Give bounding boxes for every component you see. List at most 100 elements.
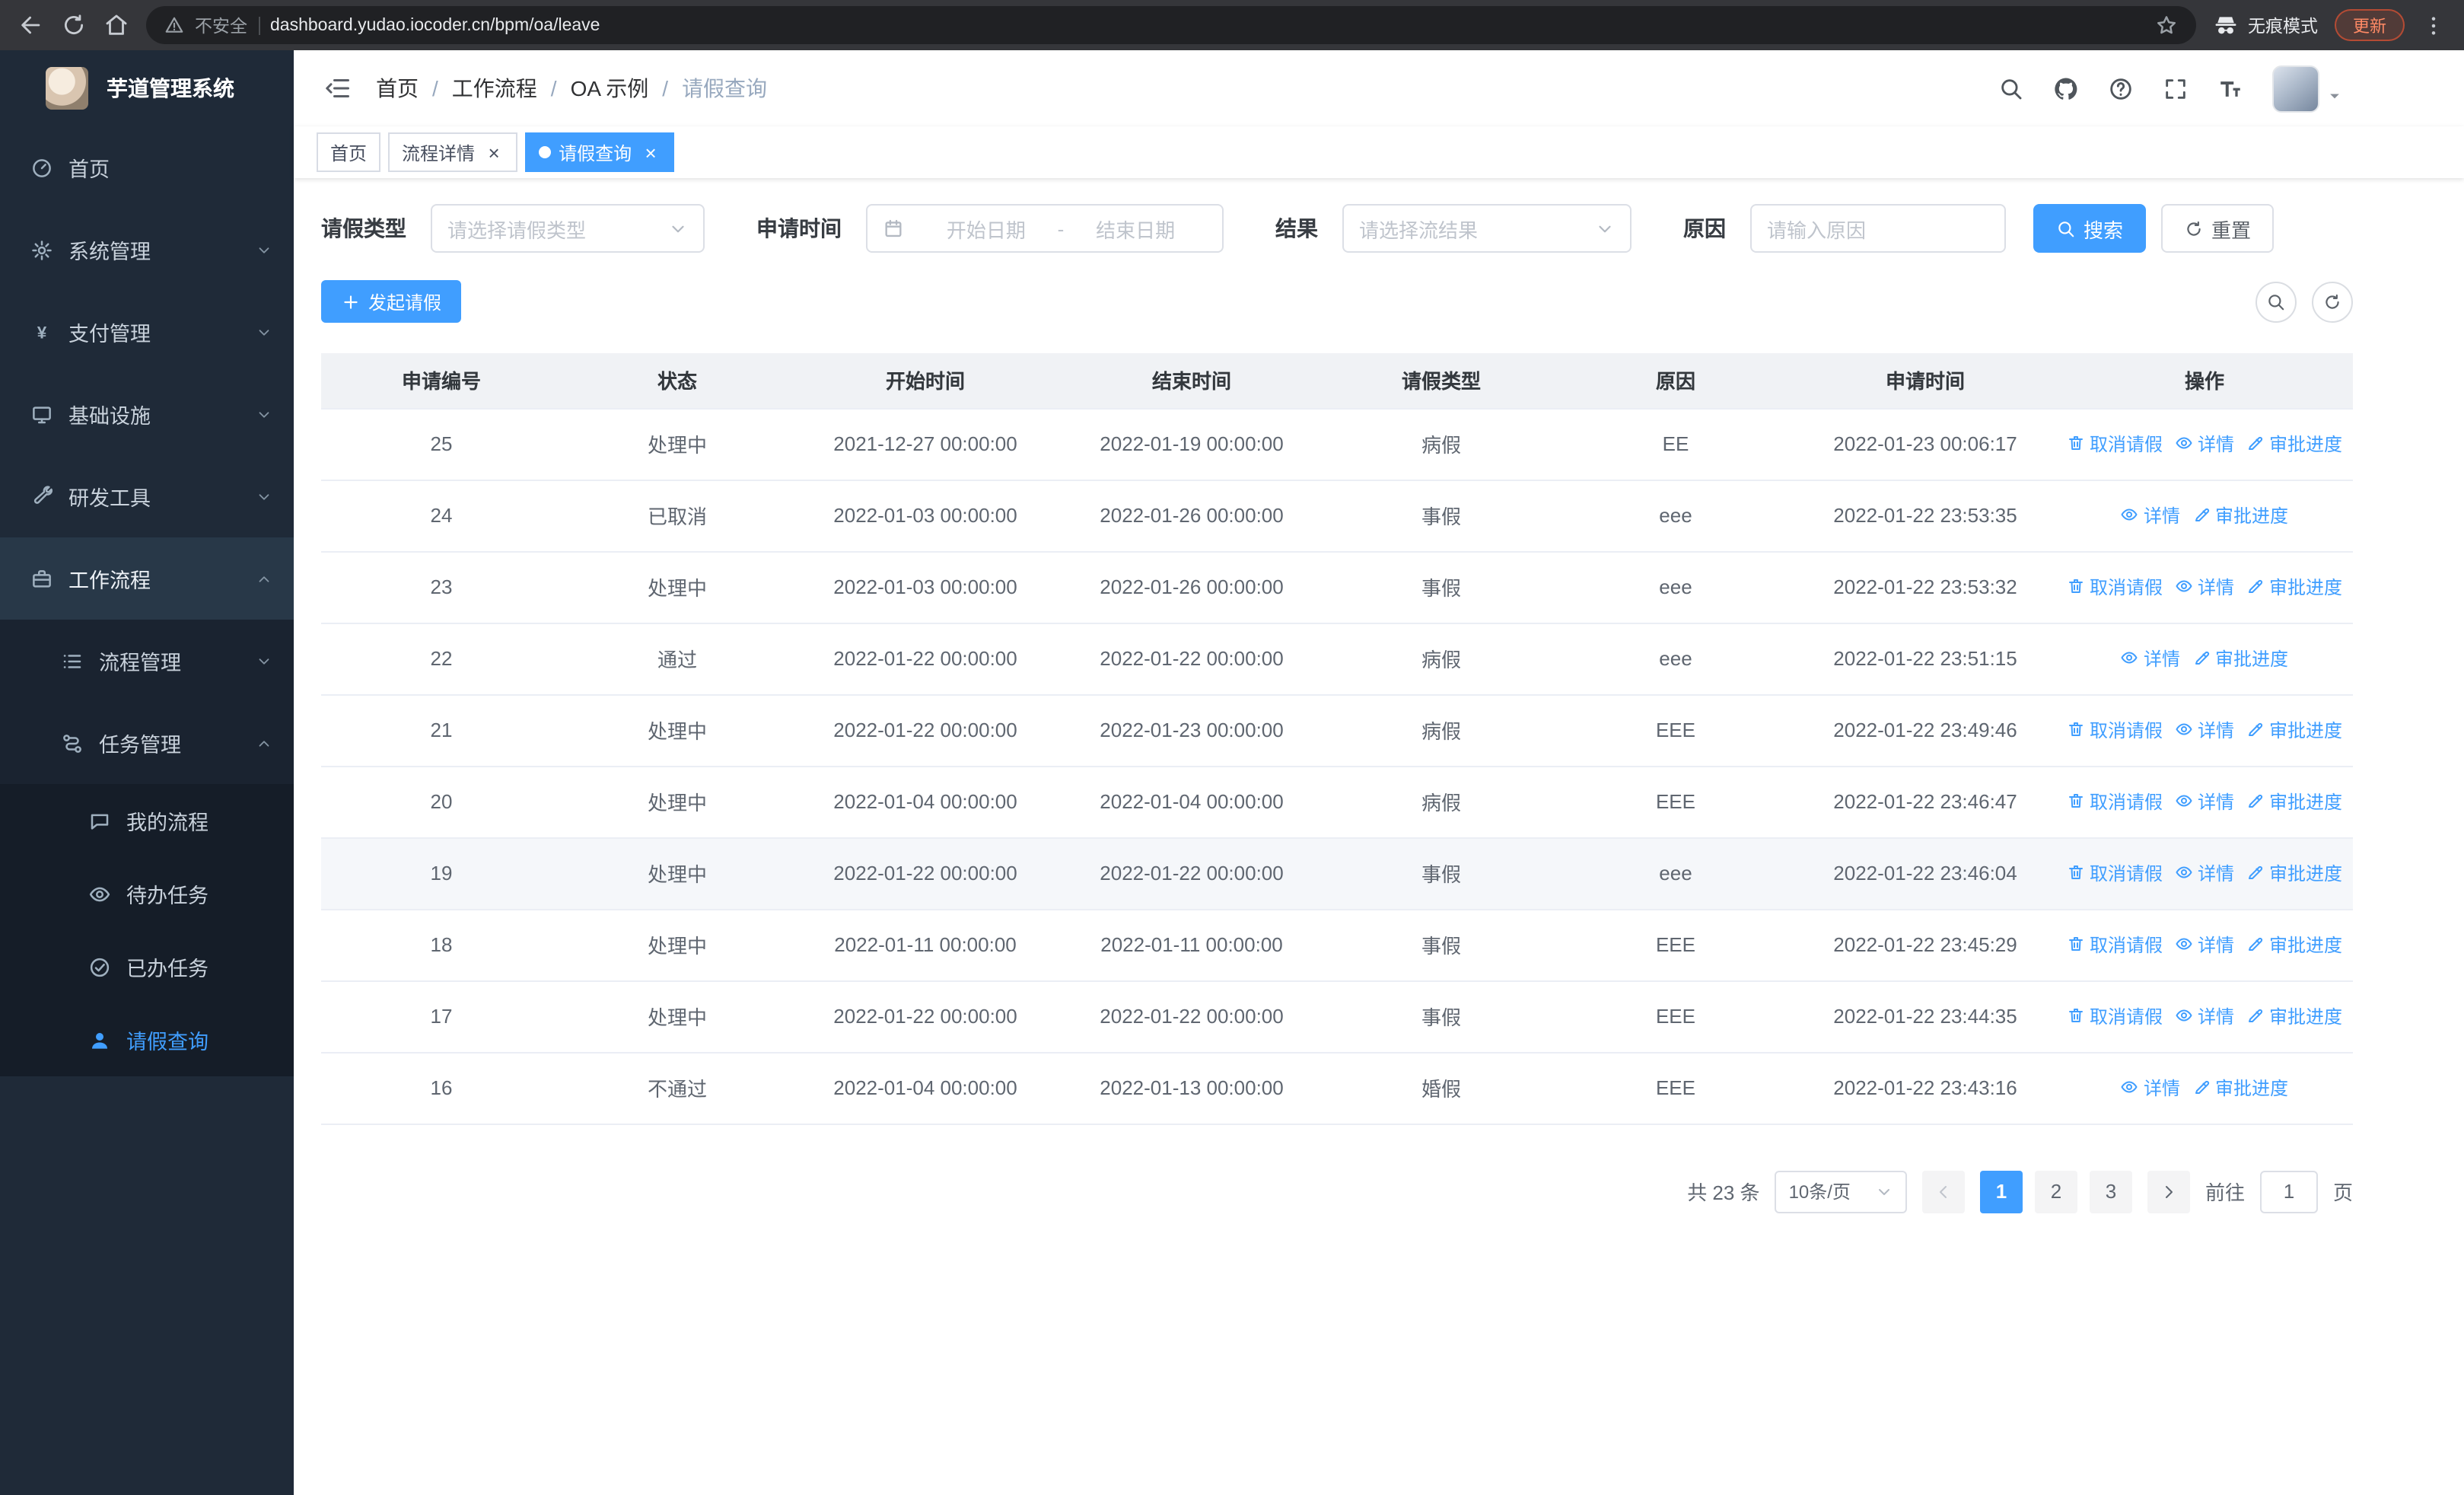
sidebar-item-payment[interactable]: ¥ 支付管理 [0, 291, 294, 373]
detail-action[interactable]: 详情 [2175, 789, 2234, 814]
security-warning-label: 不安全 [195, 18, 247, 36]
sidebar-toggle-icon[interactable] [324, 75, 352, 102]
audit-progress-action[interactable]: 审批进度 [2246, 574, 2342, 600]
action-label: 详情 [2143, 505, 2180, 527]
prev-page-button[interactable] [1921, 1170, 1965, 1213]
user-menu[interactable] [2272, 65, 2342, 112]
apply-time-range-picker[interactable]: 开始日期 - 结束日期 [866, 204, 1224, 253]
reason-input[interactable]: 请输入原因 [1750, 204, 2006, 253]
incognito-label: 无痕模式 [2248, 18, 2318, 36]
cancel-leave-action[interactable]: 取消请假 [2067, 789, 2163, 814]
page-size-select[interactable]: 10条/页 [1775, 1170, 1907, 1213]
security-warning-icon [164, 15, 184, 35]
sidebar-item-system[interactable]: 系统管理 [0, 209, 294, 291]
browser-home-icon[interactable] [103, 12, 129, 38]
sidebar-item-my-process[interactable]: 我的流程 [0, 784, 294, 857]
detail-action[interactable]: 详情 [2175, 574, 2234, 600]
address-bar[interactable]: 不安全 dashboard.yudao.iocoder.cn/bpm/oa/le… [146, 6, 2196, 44]
detail-action[interactable]: 详情 [2175, 717, 2234, 743]
sidebar-item-todo-task[interactable]: 待办任务 [0, 857, 294, 930]
action-label: 审批进度 [2215, 505, 2289, 527]
close-tab-icon[interactable]: × [484, 142, 504, 162]
detail-action[interactable]: 详情 [2175, 932, 2234, 958]
audit-progress-action[interactable]: 审批进度 [2246, 860, 2342, 886]
sidebar-item-label: 请假查询 [126, 1031, 209, 1054]
tab-home[interactable]: 首页 [317, 132, 381, 172]
detail-action[interactable]: 详情 [2175, 860, 2234, 886]
audit-progress-action[interactable]: 审批进度 [2246, 717, 2342, 743]
sidebar-item-devtools[interactable]: 研发工具 [0, 455, 294, 537]
sidebar-item-done-task[interactable]: 已办任务 [0, 930, 294, 1003]
detail-action[interactable]: 详情 [2175, 431, 2234, 457]
audit-progress-action[interactable]: 审批进度 [2246, 1003, 2342, 1029]
browser-reload-icon[interactable] [61, 12, 87, 38]
cell-apply-id: 23 [321, 551, 562, 623]
refresh-table-button[interactable] [2312, 281, 2353, 322]
detail-action[interactable]: 详情 [2175, 1003, 2234, 1029]
sidebar-item-leave-query[interactable]: 请假查询 [0, 1003, 294, 1076]
chevron-down-icon [668, 218, 688, 238]
cell-apply-id: 22 [321, 623, 562, 695]
apply-time-label: 申请时间 [756, 216, 842, 241]
cell-start-time: 2022-01-22 00:00:00 [793, 980, 1058, 1053]
search-icon[interactable] [1998, 75, 2024, 101]
audit-progress-action[interactable]: 审批进度 [2192, 502, 2288, 528]
breadcrumb-item[interactable]: OA 示例 [571, 73, 649, 104]
tab-process-detail[interactable]: 流程详情 × [388, 132, 518, 172]
create-leave-button[interactable]: 发起请假 [321, 280, 462, 323]
cancel-leave-action[interactable]: 取消请假 [2067, 717, 2163, 743]
tab-leave-query[interactable]: 请假查询 × [525, 132, 675, 172]
browser-back-icon[interactable] [18, 12, 44, 38]
leave-type-select[interactable]: 请选择请假类型 [431, 204, 705, 253]
cancel-leave-action[interactable]: 取消请假 [2067, 860, 2163, 886]
toggle-search-button[interactable] [2255, 281, 2297, 322]
table-header-row: 申请编号 状态 开始时间 结束时间 请假类型 原因 申请时间 操作 [321, 353, 2353, 409]
font-size-icon[interactable] [2217, 75, 2243, 101]
cell-reason: EEE [1557, 980, 1794, 1053]
help-icon[interactable] [2108, 75, 2134, 101]
cancel-leave-action[interactable]: 取消请假 [2067, 932, 2163, 958]
action-label: 审批进度 [2215, 1077, 2289, 1099]
audit-progress-action[interactable]: 审批进度 [2246, 431, 2342, 457]
audit-progress-action[interactable]: 审批进度 [2192, 645, 2288, 671]
sidebar-item-infra[interactable]: 基础设施 [0, 373, 294, 455]
page-button-3[interactable]: 3 [2089, 1170, 2132, 1213]
chrome-update-button[interactable]: 更新 [2335, 9, 2405, 41]
reset-button[interactable]: 重置 [2161, 204, 2275, 253]
cell-apply-id: 17 [321, 980, 562, 1053]
result-select[interactable]: 请选择流结果 [1342, 204, 1632, 253]
detail-action[interactable]: 详情 [2121, 1075, 2180, 1101]
sidebar-item-task-mgmt[interactable]: 任务管理 [0, 702, 294, 784]
cell-leave-type: 事假 [1326, 980, 1557, 1053]
cell-apply-time: 2022-01-22 23:49:46 [1794, 694, 2056, 767]
audit-progress-action[interactable]: 审批进度 [2192, 1075, 2288, 1101]
browser-menu-icon[interactable] [2421, 13, 2446, 37]
close-tab-icon[interactable]: × [641, 142, 661, 162]
github-icon[interactable] [2053, 75, 2079, 101]
page-button-1[interactable]: 1 [1979, 1170, 2023, 1213]
bookmark-star-icon[interactable] [2155, 14, 2178, 37]
cancel-leave-action[interactable]: 取消请假 [2067, 431, 2163, 457]
sidebar-item-home[interactable]: 首页 [0, 126, 294, 209]
sidebar-item-workflow[interactable]: 工作流程 [0, 537, 294, 620]
detail-action[interactable]: 详情 [2121, 645, 2180, 671]
audit-progress-action[interactable]: 审批进度 [2246, 789, 2342, 814]
breadcrumb-item[interactable]: 工作流程 [452, 73, 537, 104]
cancel-leave-action[interactable]: 取消请假 [2067, 574, 2163, 600]
audit-progress-action[interactable]: 审批进度 [2246, 932, 2342, 958]
fullscreen-icon[interactable] [2163, 75, 2189, 101]
search-button[interactable]: 搜索 [2033, 204, 2147, 253]
page-button-2[interactable]: 2 [2034, 1170, 2077, 1213]
sidebar-item-process-mgmt[interactable]: 流程管理 [0, 620, 294, 702]
breadcrumb-separator: / [432, 76, 438, 100]
cancel-leave-action[interactable]: 取消请假 [2067, 1003, 2163, 1029]
table-tools [2255, 281, 2353, 322]
cell-status: 通过 [562, 623, 793, 695]
breadcrumb-item[interactable]: 首页 [376, 73, 419, 104]
svg-text:¥: ¥ [37, 323, 47, 342]
goto-page-input[interactable] [2259, 1170, 2318, 1213]
detail-action[interactable]: 详情 [2121, 502, 2180, 528]
eye-icon [2175, 721, 2193, 739]
cell-apply-id: 20 [321, 766, 562, 838]
next-page-button[interactable] [2147, 1170, 2190, 1213]
